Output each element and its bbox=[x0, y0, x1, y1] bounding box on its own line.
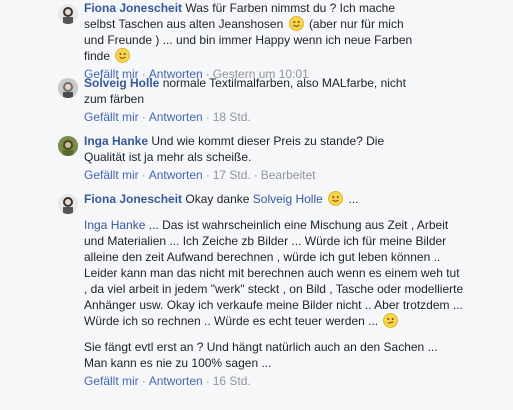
like-link[interactable]: Gefällt mir bbox=[84, 168, 139, 182]
comment-body: Inga Hanke Und wie kommt dieser Preis zu… bbox=[84, 133, 414, 165]
comment-paragraph: Sie fängt evtl erst an ? Und hängt natür… bbox=[84, 339, 464, 371]
comment-timestamp[interactable]: 17 Std. bbox=[213, 168, 251, 182]
comment-timestamp[interactable]: 16 Std. bbox=[213, 374, 251, 388]
comment-actions: Gefällt mir · Antworten · 17 Std. · Bearbeitet bbox=[84, 168, 316, 182]
comment: Inga Hanke Und wie kommt dieser Preis zu… bbox=[84, 133, 414, 183]
comment: Fiona Jonescheit Okay danke Solveig Holl… bbox=[84, 191, 474, 389]
comment-timestamp[interactable]: 18 Std. bbox=[213, 110, 251, 124]
comment-body: Solveig Holle normale Textilmalfarben, a… bbox=[84, 75, 414, 107]
comment-text: ... bbox=[348, 192, 359, 206]
edited-label[interactable]: Bearbeitet bbox=[261, 168, 316, 182]
comment-author[interactable]: Solveig Holle bbox=[84, 76, 159, 90]
comment-actions: Gefällt mir · Antworten · 18 Std. bbox=[84, 110, 251, 124]
comment-actions: Gefällt mir · Antworten · 16 Std. bbox=[84, 374, 251, 388]
avatar[interactable] bbox=[58, 4, 78, 24]
mention-link[interactable]: Inga Hanke bbox=[84, 218, 145, 232]
comment-body: Fiona Jonescheit Okay danke Solveig Holl… bbox=[84, 191, 474, 207]
avatar[interactable] bbox=[58, 78, 78, 98]
reply-link[interactable]: Antworten bbox=[149, 374, 203, 388]
smile-emoji-icon bbox=[288, 16, 304, 31]
avatar[interactable] bbox=[58, 136, 78, 156]
like-link[interactable]: Gefällt mir bbox=[84, 110, 139, 124]
comment-author[interactable]: Inga Hanke bbox=[84, 134, 148, 148]
avatar[interactable] bbox=[58, 194, 78, 214]
mention-link[interactable]: Solveig Holle bbox=[253, 192, 323, 206]
confused-emoji-icon bbox=[383, 313, 399, 328]
comment-text: ... Das ist wahrscheinlich eine Mischung… bbox=[84, 218, 464, 328]
reply-link[interactable]: Antworten bbox=[149, 110, 203, 124]
comment-author[interactable]: Fiona Jonescheit bbox=[84, 192, 182, 206]
comment-author[interactable]: Fiona Jonescheit bbox=[84, 1, 182, 15]
comment-body: Fiona Jonescheit Was für Farben nimmst d… bbox=[84, 0, 414, 64]
comment-paragraph: Inga Hanke ... Das ist wahrscheinlich ei… bbox=[84, 217, 464, 329]
smile-emoji-icon bbox=[328, 191, 344, 206]
smile-emoji-icon bbox=[115, 48, 131, 63]
reply-link[interactable]: Antworten bbox=[149, 168, 203, 182]
comment-thread: Fiona Jonescheit Was für Farben nimmst d… bbox=[0, 0, 513, 410]
like-link[interactable]: Gefällt mir bbox=[84, 374, 139, 388]
comment: Fiona Jonescheit Was für Farben nimmst d… bbox=[84, 0, 414, 82]
comment: Solveig Holle normale Textilmalfarben, a… bbox=[84, 75, 414, 125]
comment-text: Okay danke bbox=[185, 192, 250, 206]
comment-text: Sie fängt evtl erst an ? Und hängt natür… bbox=[84, 340, 438, 370]
